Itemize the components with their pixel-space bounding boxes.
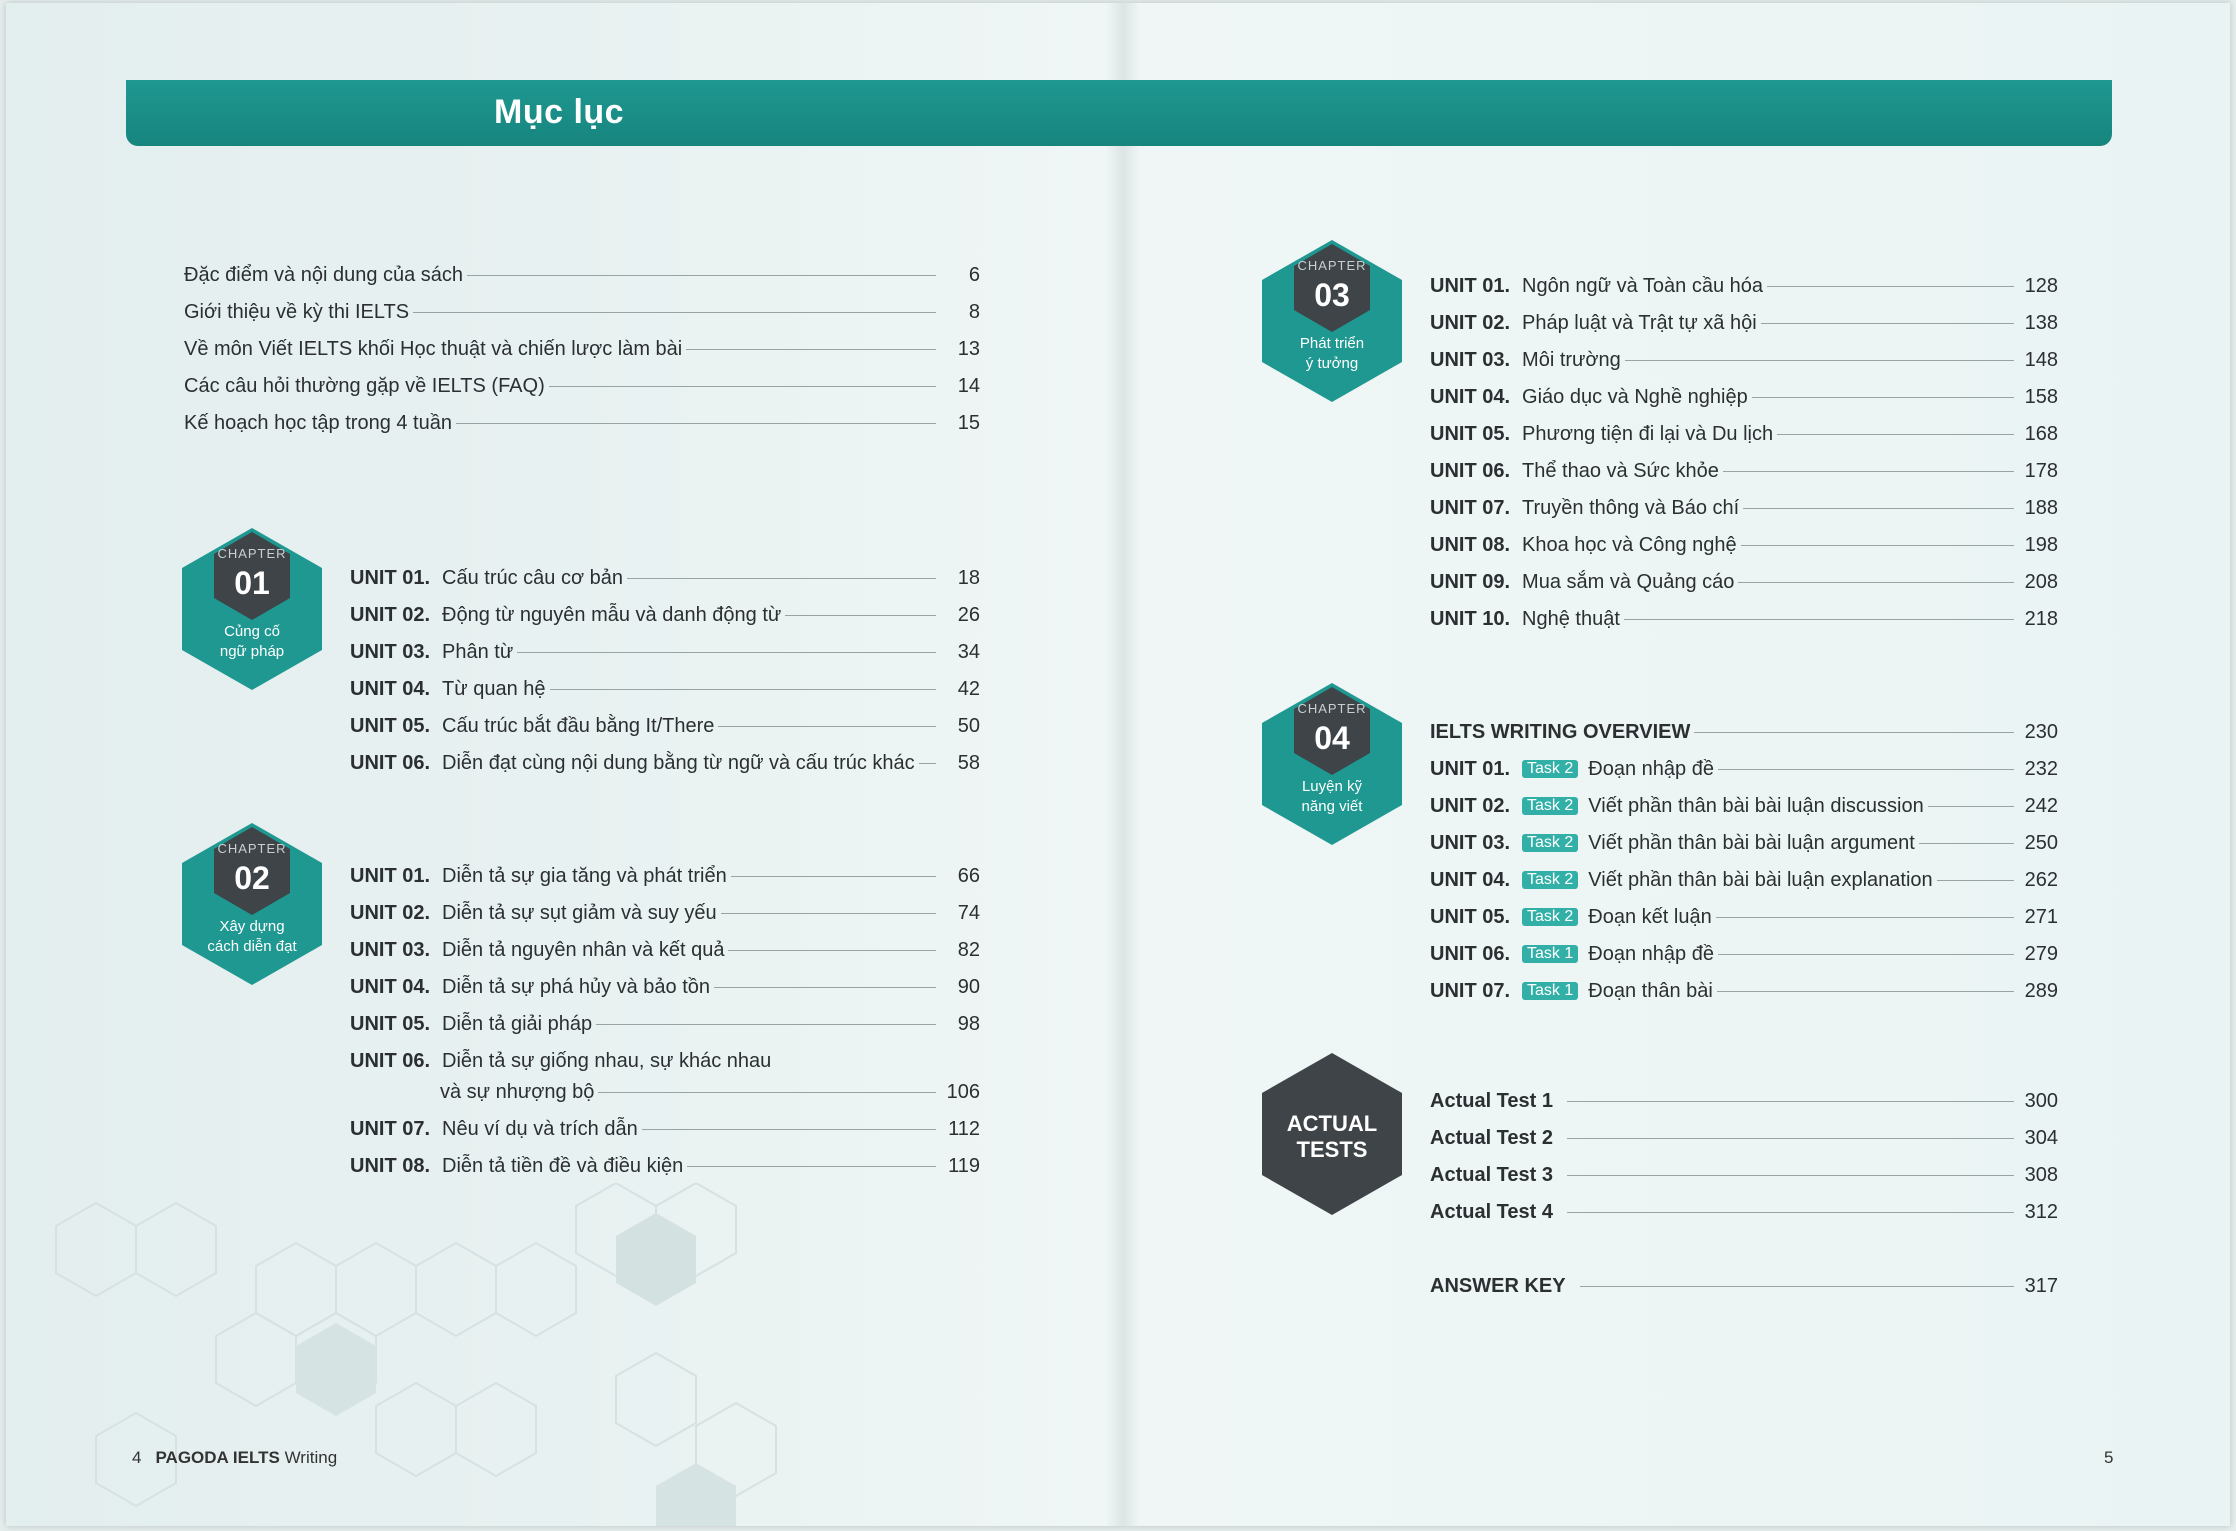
svg-text:04: 04 (1314, 720, 1350, 756)
svg-text:ngữ pháp: ngữ pháp (220, 643, 284, 660)
toc-unit-row[interactable]: UNIT 04. Từ quan hệ 42 (350, 676, 980, 702)
toc-unit-row[interactable]: UNIT 05. Phương tiện đi lại và Du lịch 168 (1430, 421, 2058, 447)
svg-text:CHAPTER: CHAPTER (217, 841, 286, 856)
toc-unit-row[interactable]: UNIT 04. Task 2 Viết phần thân bài bài luậ… (1430, 867, 2058, 893)
svg-text:Xây dựng: Xây dựng (219, 918, 284, 935)
toc-unit-row[interactable]: UNIT 03. Task 2 Viết phần thân bài bài luậ… (1430, 830, 2058, 856)
svg-text:ACTUAL: ACTUAL (1287, 1111, 1377, 1136)
toc-intro-row[interactable]: Các câu hỏi thường gặp về IELTS (FAQ) 14 (184, 373, 980, 399)
actual-tests-hexagon[interactable]: ACTUAL TESTS (1262, 1053, 1402, 1215)
svg-text:CHAPTER: CHAPTER (1297, 258, 1366, 273)
toc-unit-row[interactable]: UNIT 02. Diễn tả sự sụt giảm và suy yếu 74 (350, 900, 980, 926)
toc-unit-row[interactable]: UNIT 10. Nghệ thuật 218 (1430, 606, 2058, 632)
toc-unit-row[interactable]: UNIT 06. Task 1 Đoạn nhập đề 279 (1430, 941, 2058, 967)
toc-unit-row[interactable]: UNIT 01. Diễn tả sự gia tăng và phát triể… (350, 863, 980, 889)
toc-test-row[interactable]: Actual Test 1 300 (1430, 1088, 2058, 1114)
svg-text:năng viết: năng viết (1302, 798, 1364, 815)
toc-unit-row[interactable]: UNIT 01. Cấu trúc câu cơ bản 18 (350, 565, 980, 591)
svg-text:Củng cố: Củng cố (224, 623, 281, 640)
toc-test-row[interactable]: Actual Test 3 308 (1430, 1162, 2058, 1188)
task-badge: Task 2 (1522, 834, 1579, 852)
book-subject: Writing (284, 1448, 338, 1467)
toc-unit-row[interactable]: UNIT 05. Task 2 Đoạn kết luận 271 (1430, 904, 2058, 930)
chapter-02-hexagon[interactable]: CHAPTER 02 Xây dựng cách diễn đạt (182, 823, 322, 985)
toc-unit-row[interactable]: UNIT 02. Pháp luật và Trật tự xã hội 138 (1430, 310, 2058, 336)
right-page-number: 5 (2104, 1448, 2114, 1467)
svg-text:ý tưởng: ý tưởng (1306, 355, 1358, 372)
svg-text:cách diễn đạt: cách diễn đạt (207, 938, 297, 955)
toc-unit-row[interactable]: UNIT 06. Thể thao và Sức khỏe 178 (1430, 458, 2058, 484)
toc-unit-row[interactable]: UNIT 02. Task 2 Viết phần thân bài bài luậ… (1430, 793, 2058, 819)
book-spread: Mục lục Đặc điểm và nội dung của sách 6 G… (6, 3, 2230, 1526)
toc-unit-row[interactable]: UNIT 03. Môi trường 148 (1430, 347, 2058, 373)
page-gutter (1106, 3, 1140, 1526)
toc-unit-row[interactable]: UNIT 05. Diễn tả giải pháp 98 (350, 1011, 980, 1037)
toc-unit-row[interactable]: UNIT 07. Task 1 Đoạn thân bài 289 (1430, 978, 2058, 1004)
toc-unit-row[interactable]: UNIT 01. Task 2 Đoạn nhập đề 232 (1430, 756, 2058, 782)
task-badge: Task 2 (1522, 871, 1579, 889)
svg-text:TESTS: TESTS (1297, 1137, 1368, 1162)
toc-answer-key-row[interactable]: ANSWER KEY 317 (1430, 1273, 2058, 1299)
svg-text:Luyện kỹ: Luyện kỹ (1302, 778, 1363, 795)
task-badge: Task 2 (1522, 760, 1579, 778)
book-brand: PAGODA IELTS (155, 1448, 280, 1467)
task-badge: Task 2 (1522, 908, 1579, 926)
toc-unit-row[interactable]: UNIT 07. Nêu ví dụ và trích dẫn 112 (350, 1116, 980, 1142)
svg-text:03: 03 (1314, 277, 1350, 313)
background-hexagon-pattern (55, 1183, 777, 1526)
toc-intro-row[interactable]: Kế hoạch học tập trong 4 tuần 15 (184, 410, 980, 436)
chapter-01-hexagon[interactable]: CHAPTER 01 Củng cố ngữ pháp (182, 528, 322, 690)
toc-unit-row[interactable]: UNIT 03. Phân từ 34 (350, 639, 980, 665)
toc-unit-row[interactable]: UNIT 02. Động từ nguyên mẫu và danh động … (350, 602, 980, 628)
page-title: Mục lục (494, 93, 625, 131)
svg-text:Phát triển: Phát triển (1300, 335, 1364, 352)
toc-overview-row[interactable]: IELTS WRITING OVERVIEW 230 (1430, 719, 2058, 745)
chapter-03-hexagon[interactable]: CHAPTER 03 Phát triển ý tưởng (1262, 240, 1402, 402)
svg-text:01: 01 (234, 565, 270, 601)
toc-unit-row[interactable]: UNIT 08. Diễn tả tiền đề và điều kiện 119 (350, 1153, 980, 1179)
toc-intro-row[interactable]: Giới thiệu về kỳ thi IELTS 8 (184, 299, 980, 325)
toc-unit-row[interactable]: UNIT 09. Mua sắm và Quảng cáo 208 (1430, 569, 2058, 595)
toc-unit-row[interactable]: UNIT 03. Diễn tả nguyên nhân và kết quả 82 (350, 937, 980, 963)
toc-unit-row[interactable]: UNIT 07. Truyền thông và Báo chí 188 (1430, 495, 2058, 521)
toc-unit-row[interactable]: UNIT 06. Diễn đạt cùng nội dung bằng từ n… (350, 750, 980, 776)
toc-unit-row[interactable]: UNIT 05. Cấu trúc bắt đầu bằng It/There 50 (350, 713, 980, 739)
toc-unit-row-continuation[interactable]: và sự nhượng bộ 106 (440, 1079, 980, 1105)
toc-test-row[interactable]: Actual Test 2 304 (1430, 1125, 2058, 1151)
footer-left: 4 PAGODA IELTS Writing (132, 1448, 337, 1468)
svg-text:CHAPTER: CHAPTER (217, 546, 286, 561)
task-badge: Task 2 (1522, 797, 1579, 815)
task-badge: Task 1 (1522, 945, 1579, 963)
toc-unit-row[interactable]: UNIT 04. Diễn tả sự phá hủy và bảo tồn 90 (350, 974, 980, 1000)
toc-intro-row[interactable]: Về môn Viết IELTS khối Học thuật và chiế… (184, 336, 980, 362)
svg-text:02: 02 (234, 860, 270, 896)
toc-unit-row[interactable]: UNIT 06. Diễn tả sự giống nhau, sự khác n… (350, 1048, 980, 1074)
toc-unit-row[interactable]: UNIT 01. Ngôn ngữ và Toàn cầu hóa 128 (1430, 273, 2058, 299)
toc-intro-row[interactable]: Đặc điểm và nội dung của sách 6 (184, 262, 980, 288)
svg-text:CHAPTER: CHAPTER (1297, 701, 1366, 716)
toc-unit-row[interactable]: UNIT 08. Khoa học và Công nghệ 198 (1430, 532, 2058, 558)
chapter-04-hexagon[interactable]: CHAPTER 04 Luyện kỹ năng viết (1262, 683, 1402, 845)
toc-test-row[interactable]: Actual Test 4 312 (1430, 1199, 2058, 1225)
toc-header-banner: Mục lục (126, 80, 2112, 146)
toc-unit-row[interactable]: UNIT 04. Giáo dục và Nghề nghiệp 158 (1430, 384, 2058, 410)
left-page-number: 4 (132, 1448, 142, 1467)
task-badge: Task 1 (1522, 982, 1579, 1000)
